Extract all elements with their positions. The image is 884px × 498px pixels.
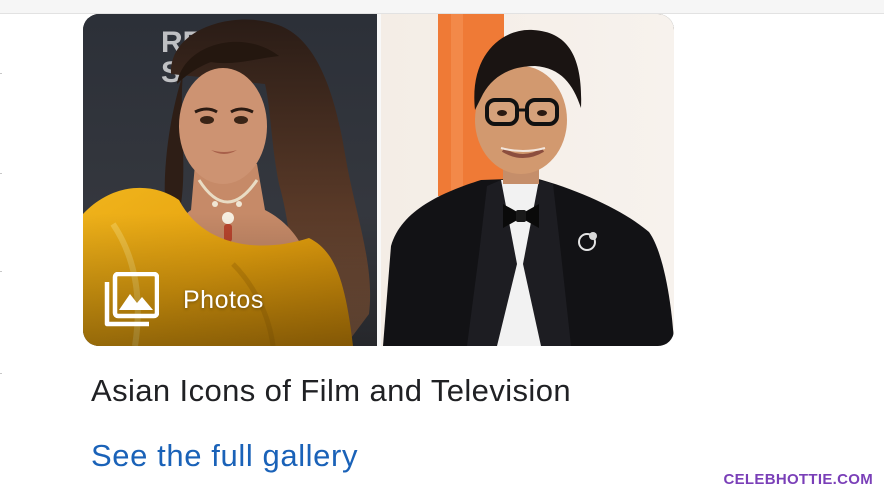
gallery-card[interactable]: RE S bbox=[83, 14, 674, 346]
edge-mark bbox=[0, 173, 2, 174]
see-full-gallery-link[interactable]: See the full gallery bbox=[91, 438, 358, 474]
edge-mark bbox=[0, 373, 2, 374]
top-divider bbox=[0, 0, 884, 14]
right-photo bbox=[381, 14, 674, 346]
page: RE S bbox=[0, 0, 884, 498]
edge-mark bbox=[0, 73, 2, 74]
photos-badge-label: Photos bbox=[183, 285, 264, 314]
photo-library-icon bbox=[103, 272, 159, 328]
site-watermark: CELEBHOTTIE.COM bbox=[723, 471, 873, 488]
edge-mark bbox=[0, 271, 2, 272]
gallery-title: Asian Icons of Film and Television bbox=[91, 373, 571, 408]
photos-badge[interactable]: Photos bbox=[103, 270, 264, 330]
